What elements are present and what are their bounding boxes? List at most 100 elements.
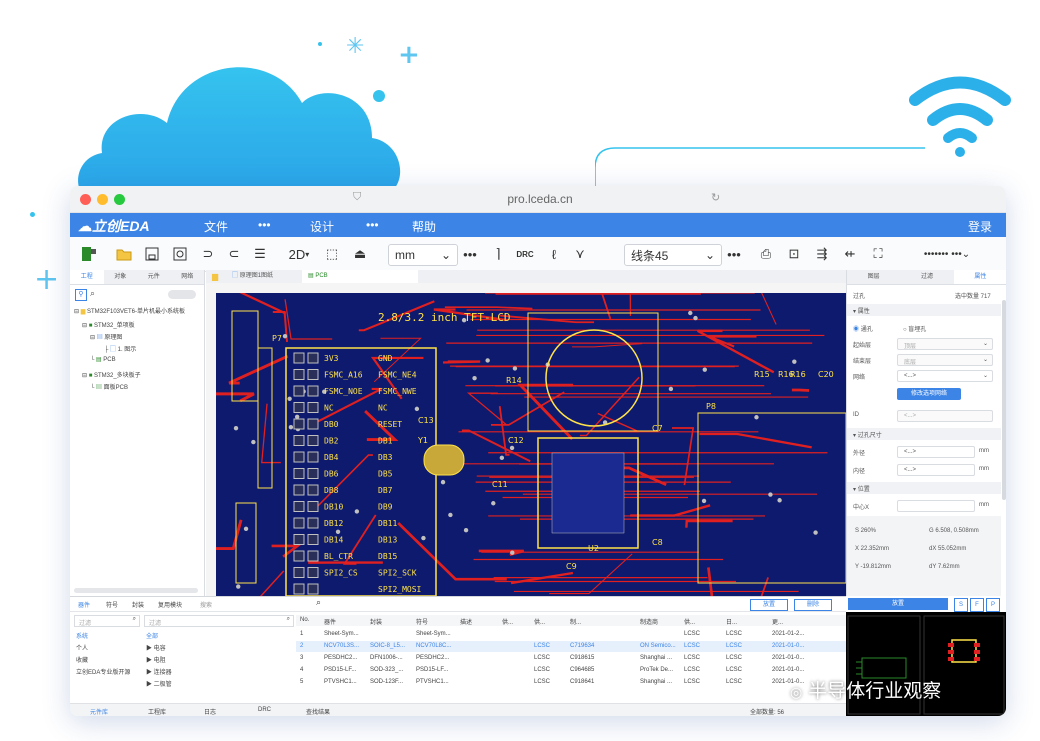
category-favorites[interactable]: 收藏 xyxy=(76,655,88,664)
tab-nets[interactable]: 网络 xyxy=(171,270,205,284)
doc-tab-schematic[interactable]: ▢ 原理图1图纸 xyxy=(228,270,277,283)
tab-symbols[interactable]: 符号 xyxy=(106,600,118,609)
login-link[interactable]: 登录 xyxy=(968,218,992,235)
column-header[interactable]: 更... xyxy=(772,617,783,626)
net-select[interactable]: <...> ⌄ xyxy=(897,370,993,382)
delete-button[interactable]: 删除 xyxy=(794,599,832,611)
table-row[interactable]: 5 PTVSHC1... SOD-123F... PTVSHC1... LCSC C918… xyxy=(296,677,846,688)
tab-devices[interactable]: 器件 xyxy=(78,600,90,609)
table-row[interactable]: 1 Sheet-Sym... Sheet-Sym... LCSC LCSC 2021-01… xyxy=(296,629,846,640)
tree-item-panel-pcb[interactable]: └ ▤ 面板PCB xyxy=(90,382,128,391)
search-input[interactable]: 搜索 xyxy=(200,600,320,609)
tree-item-project[interactable]: ⊟ ▆ STM32F103VET6-单片机最小系统板 xyxy=(74,306,185,315)
drc-icon[interactable]: DRC xyxy=(514,244,536,264)
place-button[interactable]: 放置 xyxy=(750,599,788,611)
end-layer-select[interactable]: 底层 ⌄ xyxy=(897,354,993,366)
tab-project[interactable]: 工程 xyxy=(70,270,104,284)
id-field[interactable]: <...> xyxy=(897,410,993,422)
undo-icon[interactable]: ⊃ xyxy=(198,244,218,264)
subcategory-filter[interactable]: 过滤 ⌕ xyxy=(144,615,294,627)
outer-diameter-input[interactable]: <...> xyxy=(897,446,975,458)
preview-place-button[interactable]: 放置 xyxy=(848,598,948,610)
tab-drc[interactable]: DRC xyxy=(258,707,271,713)
tree-item-board[interactable]: ⊟ ■ STM32_多块板子 xyxy=(82,370,141,379)
distribute-icon[interactable]: ⇷ xyxy=(840,244,860,264)
tab-filter[interactable]: 过滤 xyxy=(900,270,953,284)
tab-reuse-modules[interactable]: 复用模块 xyxy=(158,600,182,609)
tab-objects[interactable]: 对象 xyxy=(104,270,138,284)
unit-select[interactable]: mm ⌄ xyxy=(388,244,458,266)
column-header[interactable]: 制... xyxy=(570,617,581,626)
radio-through-hole[interactable]: ◉ 通孔 xyxy=(853,324,873,333)
preview-tab-3d[interactable]: P xyxy=(986,598,1000,612)
column-header[interactable]: 制造商 xyxy=(640,617,658,626)
menu-design[interactable]: 设计 xyxy=(310,218,334,235)
search-icon[interactable]: ⌕ xyxy=(316,597,321,608)
category-filter[interactable]: 过滤 ⌕ xyxy=(74,615,140,627)
tree-item-sheet[interactable]: ├ ▢ 1. 图示 xyxy=(104,344,136,353)
category-open-source[interactable]: 立创EDA专业版开源 xyxy=(76,667,130,676)
search-icon[interactable]: ⌕ xyxy=(90,288,95,299)
table-row[interactable]: 4 PSD15-LF... SOD-323_... PSD15-LF... LCSC C9… xyxy=(296,665,846,676)
center-x-input[interactable] xyxy=(897,500,975,512)
tab-library[interactable]: 元件库 xyxy=(90,707,108,716)
folder-icon[interactable] xyxy=(114,244,134,264)
list-icon[interactable]: ☰ xyxy=(250,244,270,264)
doc-tab-pcb[interactable]: ▤ PCB xyxy=(302,270,418,283)
tab-components[interactable]: 元件 xyxy=(137,270,171,284)
address-bar[interactable]: pro.lceda.cn xyxy=(340,190,740,208)
table-row[interactable]: 2 NCV70L3S... SOIC-8_L5... NCV70L8C... LCSC C… xyxy=(296,641,846,652)
measure-icon[interactable]: ⏏ xyxy=(350,244,370,264)
column-header[interactable]: 器件 xyxy=(324,617,336,626)
column-header[interactable]: 封装 xyxy=(370,617,382,626)
tree-item-board[interactable]: ⊟ ■ STM32_单项板 xyxy=(82,320,135,329)
column-header[interactable]: 日... xyxy=(726,617,737,626)
preview-tab-symbol[interactable]: S xyxy=(954,598,968,612)
subcategory-connector[interactable]: ▶ 连接器 xyxy=(146,667,172,676)
tab-properties[interactable]: 属性 xyxy=(953,270,1006,284)
diff-pair-icon[interactable]: ⋎ xyxy=(570,244,590,264)
fullscreen-icon[interactable]: ⛶ xyxy=(868,244,888,264)
save-icon[interactable] xyxy=(142,244,162,264)
tab-log[interactable]: 日志 xyxy=(204,707,216,716)
menu-file[interactable]: 文件 xyxy=(204,218,228,235)
save-as-icon[interactable] xyxy=(170,244,190,264)
category-personal[interactable]: 个人 xyxy=(76,643,88,652)
inner-diameter-input[interactable]: <...> xyxy=(897,464,975,476)
camera-icon[interactable]: ⊡ xyxy=(784,244,804,264)
menu-more[interactable]: ••• xyxy=(258,218,271,232)
start-layer-select[interactable]: 顶层 ⌄ xyxy=(897,338,993,350)
column-header[interactable]: 供... xyxy=(502,617,513,626)
menu-help[interactable]: 帮助 xyxy=(412,218,436,235)
maximize-dot[interactable] xyxy=(114,194,125,205)
export-icon[interactable]: ⎙ xyxy=(756,244,776,264)
pcb-canvas[interactable]: 2.8/3.2 inch TFT-LCD 3V3 GND FSMC_A16 FSMC_… xyxy=(216,293,846,596)
routing-mode-select[interactable]: 线条45 ⌄ xyxy=(624,244,722,266)
category-system[interactable]: 系统 xyxy=(76,631,88,640)
reload-icon[interactable]: ↻ xyxy=(711,191,720,204)
tab-find-results[interactable]: 查找结果 xyxy=(306,707,330,716)
column-header[interactable]: 供... xyxy=(684,617,695,626)
preview-tab-footprint[interactable]: F xyxy=(970,598,984,612)
menu-more[interactable]: ••• xyxy=(366,218,379,232)
table-row[interactable]: 3 PESDHC2... DFN1006-... PESDHC2... LCSC C918… xyxy=(296,653,846,664)
column-header[interactable]: 符号 xyxy=(416,617,428,626)
new-icon[interactable] xyxy=(78,244,100,264)
column-header[interactable]: 供... xyxy=(534,617,545,626)
modify-net-button[interactable]: 修改选项网络 xyxy=(897,388,961,400)
subcategory-all[interactable]: 全部 xyxy=(146,631,158,640)
redo-icon[interactable]: ⊂ xyxy=(224,244,244,264)
tree-item-pcb[interactable]: └ ▤ PCB xyxy=(90,356,116,363)
column-header[interactable]: 描述 xyxy=(460,617,472,626)
tab-footprints[interactable]: 封装 xyxy=(132,600,144,609)
zoom-select-icon[interactable]: ⬚ xyxy=(322,244,342,264)
subcategory-diode[interactable]: ▶ 二极管 xyxy=(146,679,172,688)
scrollbar[interactable] xyxy=(74,588,198,593)
minimize-dot[interactable] xyxy=(97,194,108,205)
view-mode-select[interactable]: 2D ▾ xyxy=(284,244,314,264)
subcategory-capacitor[interactable]: ▶ 电容 xyxy=(146,643,166,652)
tab-layers[interactable]: 图层 xyxy=(847,270,900,284)
tree-item-schematic[interactable]: ⊟ ▤ 原理图 xyxy=(90,332,122,341)
more-icon[interactable]: ••• xyxy=(458,244,482,264)
more-tools-dropdown[interactable]: ••••••• ••• ⌄ xyxy=(902,244,992,264)
